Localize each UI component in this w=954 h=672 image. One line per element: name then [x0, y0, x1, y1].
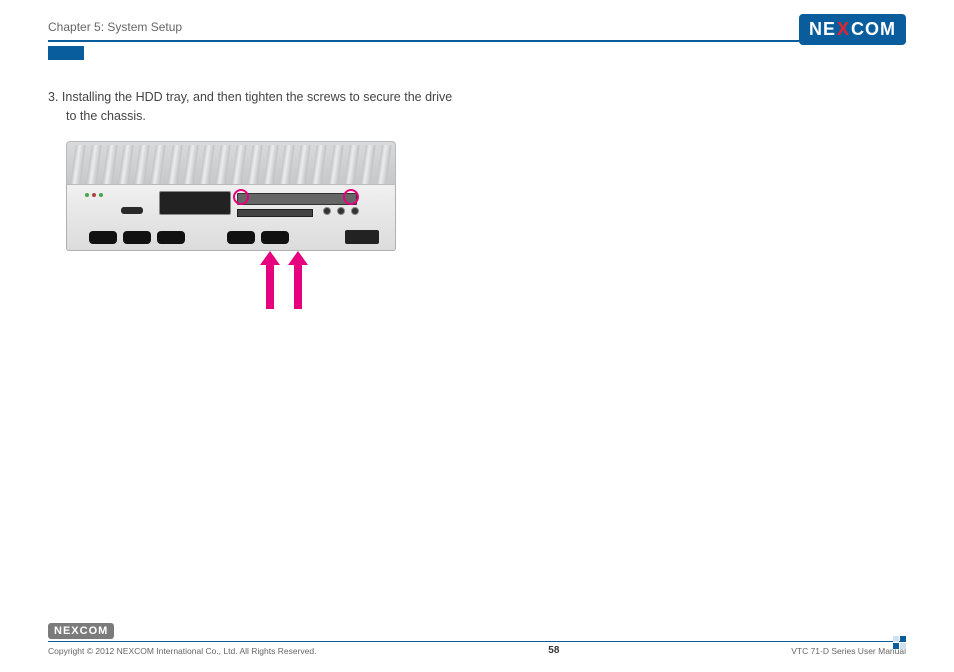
arrow-up-icon	[294, 263, 302, 309]
step-text-line1: Installing the HDD tray, and then tighte…	[62, 90, 452, 104]
footer-ornament-icon	[893, 636, 906, 649]
page-footer: NEXCOM Copyright © 2012 NEXCOM Internati…	[48, 621, 906, 656]
serial-port	[157, 231, 185, 244]
power-connector	[345, 230, 379, 244]
chapter-title: Chapter 5: System Setup	[48, 20, 906, 34]
screw-highlight-right	[343, 189, 359, 205]
logo-text-ne: NE	[809, 19, 836, 40]
serial-port	[89, 231, 117, 244]
serial-port	[123, 231, 151, 244]
logo-text-x: X	[836, 19, 851, 40]
device-heatsink	[66, 141, 396, 185]
logo-text-com: COM	[851, 19, 896, 40]
arrow-up-icon	[266, 263, 274, 309]
document-title: VTC 71-D Series User Manual	[791, 646, 906, 656]
page-number: 58	[548, 645, 559, 656]
cf-slot	[237, 209, 313, 217]
audio-jack	[323, 207, 331, 215]
header-rule	[48, 40, 906, 44]
audio-jack	[337, 207, 345, 215]
hdd-tray-slot	[237, 193, 357, 205]
screw-highlight-left	[233, 189, 249, 205]
usb-port	[121, 207, 143, 214]
copyright-text: Copyright © 2012 NEXCOM International Co…	[48, 646, 316, 656]
step-instruction: 3. Installing the HDD tray, and then tig…	[48, 88, 478, 127]
io-panel	[159, 191, 231, 215]
device-illustration	[66, 141, 406, 309]
serial-port	[261, 231, 289, 244]
indicator-arrows	[66, 253, 406, 309]
audio-jack	[351, 207, 359, 215]
brand-logo-footer: NEXCOM	[48, 623, 114, 639]
serial-port	[227, 231, 255, 244]
device-faceplate	[66, 185, 396, 251]
step-number: 3.	[48, 90, 58, 104]
step-text-line2: to the chassis.	[48, 107, 478, 126]
status-leds	[85, 193, 103, 197]
